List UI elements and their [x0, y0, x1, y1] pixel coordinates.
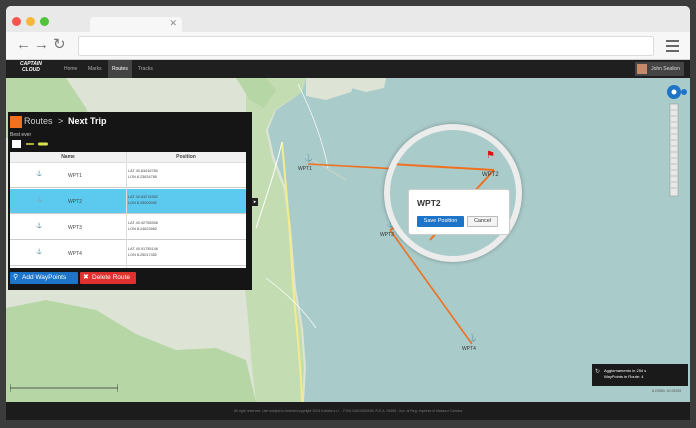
nav-home[interactable]: Home — [60, 60, 81, 78]
waypoint-marker-icon[interactable]: ⚓ — [304, 154, 313, 162]
cursor-coordinates: 8.23960, 40.93339 — [652, 389, 682, 393]
update-info-box: ↻ Aggiornamento in 254 s WayPoints in Ro… — [592, 364, 688, 386]
add-waypoints-button[interactable]: ⚲ Add WayPoints — [10, 272, 78, 284]
user-menu[interactable]: John Sealion — [635, 62, 684, 76]
waypoint-name: WPT2 — [68, 199, 82, 205]
browser-titlebar: ✕ — [6, 6, 690, 33]
logo-line2: CLOUD — [22, 67, 40, 73]
magnified-wpt2-label: WPT2 — [482, 172, 499, 178]
close-window-dot[interactable] — [12, 17, 21, 26]
waypoint-name: WPT1 — [68, 173, 82, 179]
route-color-swatch — [10, 116, 22, 128]
map-wpt4-label: WPT4 — [462, 346, 476, 352]
scale-bar — [10, 384, 118, 392]
maximize-window-dot[interactable] — [40, 17, 49, 26]
refresh-icon[interactable]: ↻ — [595, 369, 600, 375]
table-row[interactable]: ⚓ WPT3 LAT 40.92756556 LON 8.24623962 — [10, 215, 246, 240]
screen: ✕ ← → ↻ CAPTAIN CLOUD Home Marks Routes … — [0, 0, 696, 428]
popup-title: WPT2 — [417, 198, 441, 208]
waypoint-position: LAT 40.63274952 LON 8.25009092 — [128, 194, 158, 206]
user-name: John Sealion — [651, 66, 680, 72]
waypoint-lon: LON 8.25009092 — [128, 201, 157, 205]
routes-panel: Routes > Next Trip Best ever Name Positi… — [8, 112, 252, 290]
add-waypoint-icon: ⚲ — [13, 274, 19, 281]
nav-routes[interactable]: Routes — [108, 60, 132, 78]
browser-toolbar: ← → ↻ — [6, 32, 690, 60]
browser-window: ✕ ← → ↻ CAPTAIN CLOUD Home Marks Routes … — [6, 6, 690, 420]
page-footer: All right reserved. Use subject to licen… — [6, 402, 690, 420]
waypoint-name: WPT4 — [68, 251, 82, 257]
flag-marker-icon[interactable]: ⚑ — [486, 150, 495, 161]
map-canvas[interactable]: ⚓ WPT1 ⚓ WPT3 ⚓ WPT4 ⚑ WPT2 WPT2 Save Po… — [6, 78, 690, 402]
waypoint-marker-icon[interactable]: ⚓ — [468, 334, 477, 342]
waypoint-anchor-icon: ⚓ — [36, 223, 43, 229]
cancel-button[interactable]: Cancel — [467, 216, 498, 227]
nav-marks[interactable]: Marks — [84, 60, 106, 78]
add-waypoints-label: Add WayPoints — [22, 274, 67, 281]
delete-route-button[interactable]: ✖ Delete Route — [80, 272, 136, 284]
browser-tab[interactable]: ✕ — [90, 17, 182, 33]
column-header-name[interactable]: Name — [10, 152, 126, 163]
delete-x-icon: ✖ — [83, 274, 89, 281]
breadcrumb-separator: > — [58, 116, 64, 126]
route-description: Best ever — [10, 132, 32, 138]
avatar — [637, 64, 648, 74]
column-divider — [126, 152, 127, 268]
map-wpt1-label: WPT1 — [298, 166, 312, 172]
table-row[interactable]: ⚓ WPT1 LAT 40.63416780 LON 8.23634765 — [10, 163, 246, 188]
waypoint-anchor-icon: ⚓ — [36, 197, 43, 203]
zoom-pan-icon[interactable] — [666, 80, 688, 200]
zoom-control — [666, 80, 688, 200]
waypoints-table: Name Position ⚓ WPT1 LAT 40.63416780 LON… — [10, 152, 246, 268]
forward-arrow-icon[interactable]: → — [34, 36, 49, 54]
waypoint-anchor-icon: ⚓ — [36, 171, 43, 177]
tab-close-icon[interactable]: ✕ — [169, 18, 177, 29]
address-bar[interactable] — [78, 36, 654, 56]
table-row-selected[interactable]: ⚓ WPT2 LAT 40.63274952 LON 8.25009092 — [10, 189, 246, 214]
route-style-legend — [12, 140, 48, 148]
minimize-window-dot[interactable] — [26, 17, 35, 26]
waypoint-name: WPT3 — [68, 225, 82, 231]
app-navbar: CAPTAIN CLOUD Home Marks Routes Tracks J… — [6, 60, 690, 78]
table-row[interactable]: ⚓ WPT4 LAT 40.91755146 LON 8.25017452 — [10, 241, 246, 266]
waypoint-lon: LON 8.24623962 — [128, 227, 157, 231]
waypoint-anchor-icon: ⚓ — [36, 249, 43, 255]
waypoint-popup: WPT2 Save Position Cancel — [408, 189, 510, 235]
nav-tracks[interactable]: Tracks — [134, 60, 157, 78]
save-position-button[interactable]: Save Position — [417, 216, 464, 227]
delete-route-label: Delete Route — [92, 274, 130, 281]
breadcrumb-routes[interactable]: Routes — [24, 116, 53, 126]
waypoint-lon: LON 8.23634765 — [128, 175, 157, 179]
back-arrow-icon[interactable]: ← — [16, 36, 31, 54]
browser-menu-icon[interactable] — [666, 40, 679, 55]
waypoint-position: LAT 40.63416780 LON 8.23634765 — [128, 168, 158, 180]
panel-collapse-handle[interactable]: ▸ — [252, 198, 258, 206]
waypoint-count: WayPoints in Route: 4 — [604, 374, 644, 379]
breadcrumb-current: Next Trip — [68, 116, 107, 126]
waypoint-lon: LON 8.25017452 — [128, 253, 157, 257]
captain-cloud-logo[interactable]: CAPTAIN CLOUD — [20, 61, 42, 73]
column-header-position[interactable]: Position — [126, 152, 246, 163]
reload-icon[interactable]: ↻ — [53, 36, 66, 54]
waypoint-position: LAT 40.91755146 LON 8.25017452 — [128, 246, 158, 258]
waypoint-position: LAT 40.92756556 LON 8.24623962 — [128, 220, 158, 232]
